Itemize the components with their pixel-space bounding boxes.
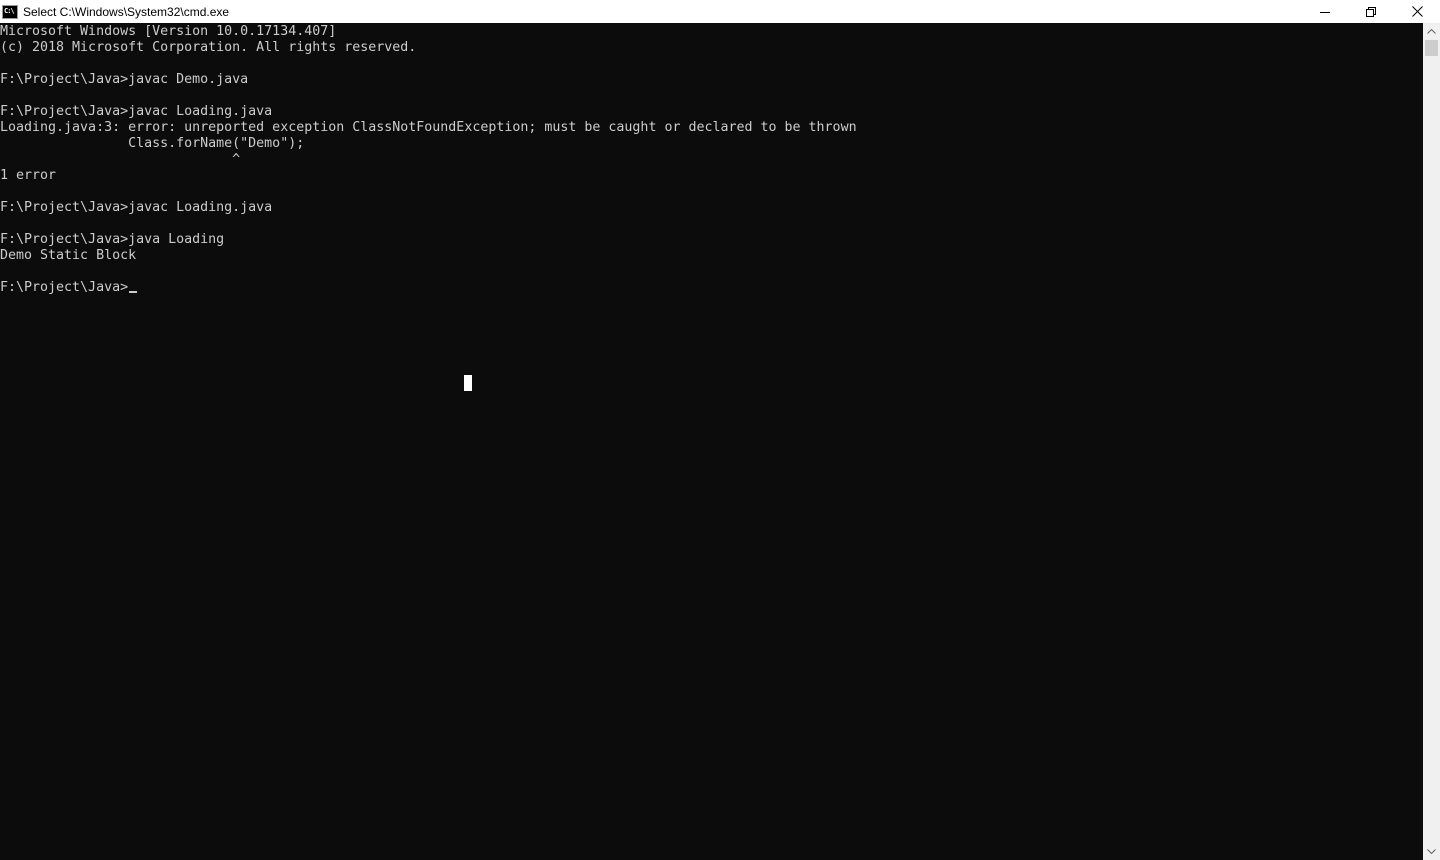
vertical-scrollbar[interactable] <box>1423 23 1440 860</box>
scroll-up-arrow-icon <box>1427 29 1436 34</box>
window-title: Select C:\Windows\System32\cmd.exe <box>23 4 230 19</box>
console-line: (c) 2018 Microsoft Corporation. All righ… <box>0 40 417 55</box>
console-line: F:\Project\Java>javac Demo.java <box>0 72 249 87</box>
text-cursor <box>129 291 138 293</box>
console-line: 1 error <box>0 168 57 183</box>
cmd-icon[interactable]: C:\ <box>2 4 18 19</box>
close-button[interactable] <box>1394 0 1440 23</box>
console-line: ^ <box>0 152 241 167</box>
restore-icon <box>1366 6 1376 17</box>
console-line: F:\Project\Java>java Loading <box>0 232 225 247</box>
console-line: Demo Static Block <box>0 248 137 263</box>
scroll-down-arrow-icon <box>1427 849 1436 854</box>
console-line: Microsoft Windows [Version 10.0.17134.40… <box>0 24 337 39</box>
console-line: Loading.java:3: error: unreported except… <box>0 120 857 135</box>
cmd-window: C:\ Select C:\Windows\System32\cmd.exe M… <box>0 0 1440 860</box>
title-bar[interactable]: C:\ Select C:\Windows\System32\cmd.exe <box>0 0 1440 23</box>
scroll-thumb[interactable] <box>1425 40 1438 56</box>
console-line: Class.forName("Demo"); <box>0 136 305 151</box>
console-output[interactable]: Microsoft Windows [Version 10.0.17134.40… <box>0 23 1423 860</box>
caption-buttons <box>1302 0 1440 23</box>
close-icon <box>1411 6 1423 17</box>
prompt-text: F:\Project\Java> <box>0 280 129 295</box>
scroll-down-button[interactable] <box>1423 843 1440 860</box>
console-line: F:\Project\Java>javac Loading.java <box>0 200 273 215</box>
cmd-icon-label: C:\ <box>4 7 15 15</box>
console-lines: Microsoft Windows [Version 10.0.17134.40… <box>0 24 857 296</box>
restore-button[interactable] <box>1348 0 1394 23</box>
console-line: F:\Project\Java>javac Loading.java <box>0 104 273 119</box>
minimize-button[interactable] <box>1302 0 1348 23</box>
prompt-line[interactable]: F:\Project\Java> <box>0 280 857 296</box>
minimize-icon <box>1320 11 1330 13</box>
selection-cursor-block <box>464 375 472 391</box>
scroll-up-button[interactable] <box>1423 23 1440 40</box>
